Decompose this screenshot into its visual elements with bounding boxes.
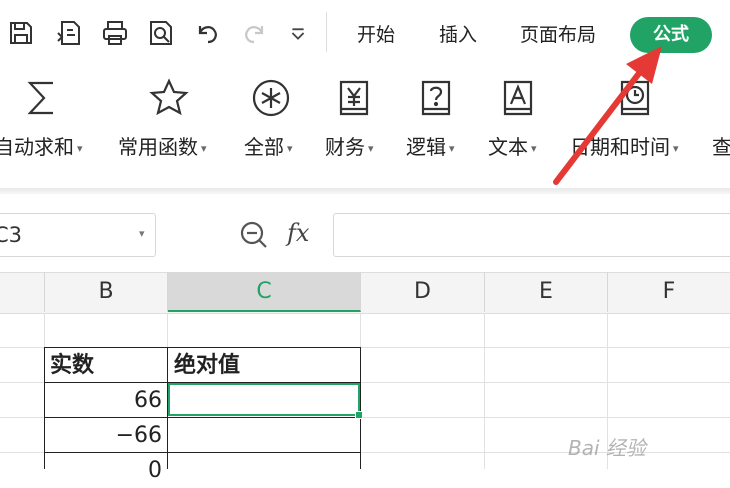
text-label: 文本	[488, 135, 528, 159]
caret-down-icon: ▾	[673, 142, 679, 155]
toolbar-divider	[326, 12, 327, 52]
print-icon[interactable]	[98, 16, 132, 50]
column-header-f[interactable]: F	[608, 272, 730, 312]
name-box-dropdown-icon[interactable]: ▾	[139, 227, 145, 240]
caret-down-icon: ▾	[449, 142, 455, 155]
all-functions-label: 全部	[244, 135, 284, 159]
lookup-button[interactable]: 查	[712, 131, 730, 160]
logical-button[interactable]: 逻辑 ▾	[406, 131, 455, 160]
text-button[interactable]: 文本 ▾	[488, 131, 537, 160]
date-time-button[interactable]: 日期和时间 ▾	[570, 131, 679, 160]
caret-down-icon: ▾	[531, 142, 537, 155]
date-time-label: 日期和时间	[570, 135, 670, 159]
tab-page-layout[interactable]: 页面布局	[520, 22, 596, 48]
table-border	[44, 347, 45, 469]
table-border	[44, 347, 361, 348]
table-border	[360, 347, 361, 469]
gridline	[484, 313, 485, 469]
common-functions-button[interactable]: 常用函数 ▾	[118, 131, 207, 160]
all-functions-button[interactable]: 全部 ▾	[244, 131, 293, 160]
common-functions-label: 常用函数	[118, 135, 198, 159]
export-icon[interactable]	[52, 16, 86, 50]
cell-b2[interactable]: 实数	[50, 349, 94, 383]
tab-home[interactable]: 开始	[357, 22, 395, 48]
cell-c2[interactable]: 绝对值	[174, 349, 240, 383]
caret-down-icon: ▾	[77, 142, 83, 155]
text-a-book-icon[interactable]	[496, 76, 540, 120]
logical-label: 逻辑	[406, 135, 446, 159]
fill-handle[interactable]	[355, 411, 363, 419]
yen-book-icon[interactable]	[332, 76, 376, 120]
save-icon[interactable]	[4, 16, 38, 50]
more-chevron-icon[interactable]	[284, 16, 312, 50]
cell-b5[interactable]: 0	[46, 454, 162, 488]
zoom-search-icon[interactable]	[237, 218, 271, 252]
tab-formulas[interactable]: 公式	[630, 17, 712, 53]
financial-button[interactable]: 财务 ▾	[325, 131, 374, 160]
autosum-button[interactable]: 自动求和 ▾	[0, 131, 83, 160]
cell-b4[interactable]: −66	[46, 419, 162, 453]
autosum-label: 自动求和	[0, 135, 74, 159]
column-header-b[interactable]: B	[45, 272, 168, 312]
tab-insert[interactable]: 插入	[439, 22, 477, 48]
financial-label: 财务	[325, 135, 365, 159]
sigma-icon[interactable]	[20, 76, 64, 120]
asterisk-circle-icon[interactable]	[249, 76, 293, 120]
cell-b3[interactable]: 66	[46, 384, 162, 418]
redo-icon[interactable]	[238, 16, 272, 50]
column-header-c[interactable]: C	[168, 272, 361, 312]
watermark-logo: Bai 经验	[568, 436, 646, 460]
star-icon[interactable]	[147, 76, 191, 120]
name-box-value: C3	[0, 223, 23, 247]
name-box[interactable]	[0, 213, 156, 257]
column-header-a[interactable]	[0, 272, 45, 312]
undo-icon[interactable]	[190, 16, 224, 50]
caret-down-icon: ▾	[287, 142, 293, 155]
formula-input[interactable]	[333, 213, 730, 257]
selected-cell-c3[interactable]	[168, 383, 360, 416]
caret-down-icon: ▾	[368, 142, 374, 155]
column-header-d[interactable]: D	[361, 272, 485, 312]
print-preview-icon[interactable]	[144, 16, 178, 50]
insert-function-button[interactable]: fx	[287, 219, 309, 247]
clock-book-icon[interactable]	[613, 76, 657, 120]
caret-down-icon: ▾	[201, 142, 207, 155]
column-header-e[interactable]: E	[485, 272, 608, 312]
lookup-label: 查	[712, 135, 730, 159]
question-book-icon[interactable]	[414, 76, 458, 120]
